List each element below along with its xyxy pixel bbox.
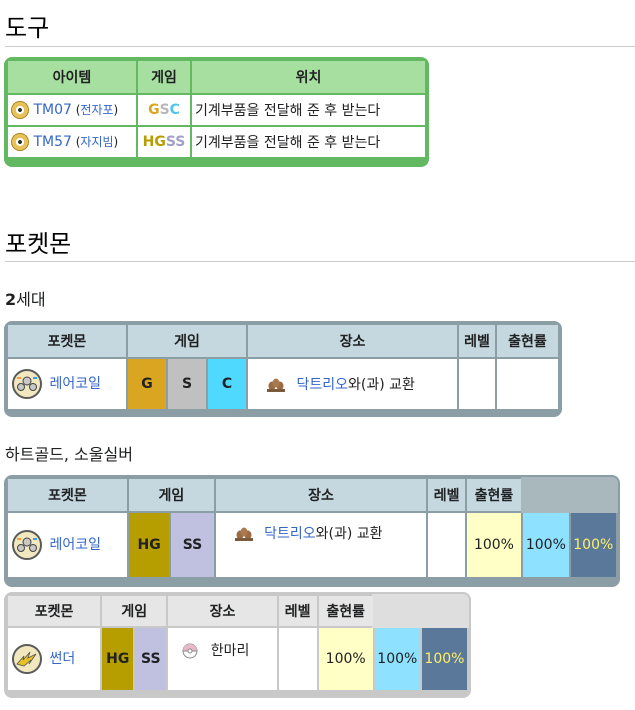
paren: ) <box>113 135 119 149</box>
level-cell <box>278 628 317 690</box>
rate-night-cell: 100% <box>570 513 616 577</box>
col-header-place: 장소 <box>339 334 366 350</box>
col-header-rate: 출현률 <box>508 334 547 350</box>
rate-day-cell: 100% <box>374 628 420 690</box>
move-link[interactable]: 전자포 <box>80 103 113 117</box>
hgss-table-magneton: 포켓몬 게임 장소 레벨 출현률 레어코일 HG SS 닥트리오와(과) 교환 … <box>4 475 620 587</box>
game-cell: HGSS <box>138 127 190 157</box>
table-row: TM57 (자지빔) HGSS 기계부품을 전달해 준 후 받는다 <box>8 127 425 157</box>
header-spacer <box>571 479 616 511</box>
col-header-pokemon: 포켓몬 <box>47 334 87 350</box>
rate-day-cell: 100% <box>523 513 569 577</box>
game-crystal-cell: C <box>208 359 246 409</box>
place-cell: 닥트리오와(과) 교환 <box>215 513 427 577</box>
pokemon-cell: 레어코일 <box>8 513 127 577</box>
item-cell: TM07 (전자포) <box>8 95 136 125</box>
gen2-table: 포켓몬 게임 장소 레벨 출현률 레어코일 G S C 닥트리오와(과) 교환 <box>4 321 562 417</box>
pokemon-link[interactable]: 썬더 <box>49 651 75 667</box>
place-cell: 닥트리오와(과) 교환 <box>248 359 457 409</box>
game-gold-label: G <box>148 102 160 118</box>
game-hg-cell: HG <box>102 628 134 690</box>
col-header-place: 장소 <box>168 596 277 626</box>
trade-text: 와(과) 교환 <box>315 526 383 542</box>
game-ss-label: SS <box>165 134 186 150</box>
table-row: 썬더 HG SS 한마리 100% 100% 100% <box>8 628 467 690</box>
col-header-game: 게임 <box>174 334 200 350</box>
trade-pokemon-link[interactable]: 닥트리오 <box>264 526 316 542</box>
pokemon-cell: 썬더 <box>8 628 101 690</box>
paren: ) <box>113 103 119 117</box>
col-header-game: 게임 <box>151 70 177 86</box>
game-hg-cell: HG <box>129 513 170 577</box>
col-header-item: 아이템 <box>52 70 92 86</box>
tm-link[interactable]: TM57 <box>33 134 71 150</box>
zapdos-icon <box>12 644 42 674</box>
dugtrio-icon <box>234 526 254 542</box>
hgss-table-zapdos: 포켓몬 게임 장소 레벨 출현률 썬더 HG SS 한마리 100% 100% … <box>4 592 471 698</box>
col-header-rate: 출현률 <box>318 596 373 626</box>
col-header-game: 게임 <box>102 596 167 626</box>
game-crystal-label: C <box>169 102 180 118</box>
location-cell: 기계부품을 전달해 준 후 받는다 <box>192 95 425 125</box>
col-header-level: 레벨 <box>464 334 490 350</box>
gen2-subtitle: 2세대 <box>5 286 46 310</box>
game-ss-cell: SS <box>171 513 214 577</box>
rate-morning-cell: 100% <box>318 628 373 690</box>
game-silver-cell: S <box>168 359 206 409</box>
place-text: 한마리 <box>210 643 250 659</box>
level-cell <box>428 513 465 577</box>
table-row: 레어코일 G S C 닥트리오와(과) 교환 <box>8 359 558 409</box>
header-spacer <box>375 596 420 626</box>
tm-disc-icon <box>11 133 29 151</box>
game-gold-cell: G <box>128 359 166 409</box>
game-ss-cell: SS <box>135 628 167 690</box>
section-divider <box>5 46 635 47</box>
rate-night-cell: 100% <box>421 628 467 690</box>
magneton-icon <box>12 530 42 560</box>
col-header-level: 레벨 <box>428 479 465 511</box>
dugtrio-icon <box>266 377 286 393</box>
rate-morning-cell: 100% <box>466 513 522 577</box>
tm-disc-icon <box>11 101 29 119</box>
magneton-icon <box>12 369 42 399</box>
level-cell <box>459 359 495 409</box>
col-header-place: 장소 <box>215 479 427 511</box>
game-hg-label: HG <box>142 134 166 150</box>
pokemon-cell: 레어코일 <box>8 359 126 409</box>
gen2-number: 2 <box>5 290 17 309</box>
col-header-level: 레벨 <box>278 596 317 626</box>
section-divider <box>5 261 635 262</box>
pokemon-link[interactable]: 레어코일 <box>49 537 101 553</box>
col-header-pokemon: 포켓몬 <box>8 479 127 511</box>
gen2-suffix: 세대 <box>16 290 46 309</box>
tm-link[interactable]: TM07 <box>33 102 71 118</box>
items-table: 아이템 게임 위치 TM07 (전자포) GSC 기계부품을 전달해 준 후 받… <box>4 57 429 167</box>
trade-text: 와(과) 교환 <box>347 377 415 393</box>
game-silver-label: S <box>159 102 170 118</box>
col-header-rate: 출현률 <box>466 479 522 511</box>
pokeball-icon <box>182 643 198 659</box>
move-link[interactable]: 자지빔 <box>80 135 113 149</box>
item-cell: TM57 (자지빔) <box>8 127 136 157</box>
col-header-game: 게임 <box>129 479 214 511</box>
header-spacer <box>422 596 467 626</box>
location-cell: 기계부품을 전달해 준 후 받는다 <box>192 127 425 157</box>
rate-cell <box>497 359 558 409</box>
col-header-pokemon: 포켓몬 <box>8 596 101 626</box>
items-section-title: 도구 <box>5 14 50 42</box>
trade-pokemon-link[interactable]: 닥트리오 <box>296 377 348 393</box>
header-spacer <box>523 479 568 511</box>
game-cell: GSC <box>138 95 190 125</box>
pokemon-link[interactable]: 레어코일 <box>49 376 101 392</box>
place-cell: 한마리 <box>168 628 277 690</box>
col-header-location: 위치 <box>295 70 322 86</box>
table-row: TM07 (전자포) GSC 기계부품을 전달해 준 후 받는다 <box>8 95 425 125</box>
table-row: 레어코일 HG SS 닥트리오와(과) 교환 100% 100% 100% <box>8 513 616 577</box>
pokemon-section-title: 포켓몬 <box>5 230 72 258</box>
hgss-subtitle: 하트골드, 소울실버 <box>5 445 133 464</box>
